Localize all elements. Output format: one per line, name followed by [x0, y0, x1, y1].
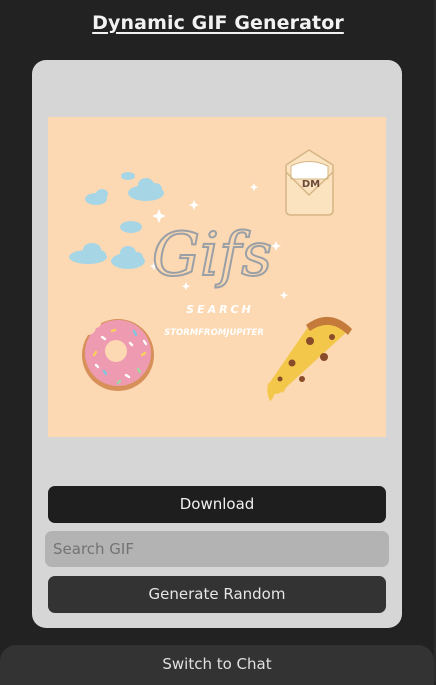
gif-author-text: STORMFROMJUPITER	[164, 328, 264, 338]
envelope-icon: DM	[285, 149, 334, 216]
gif-search-text: SEARCH	[186, 303, 254, 316]
cloud-icon	[121, 172, 135, 180]
generate-random-button[interactable]: Generate Random	[48, 576, 386, 613]
gif-preview: DM Gifs SEARCH STORMFROMJUPITER	[48, 117, 386, 437]
gif-illustration: DM Gifs SEARCH STORMFROMJUPITER	[48, 117, 386, 437]
gif-card: DM Gifs SEARCH STORMFROMJUPITER Download…	[32, 60, 402, 628]
app-title: Dynamic GIF Generator	[92, 12, 344, 34]
download-button[interactable]: Download	[48, 486, 386, 523]
gif-logo-text: Gifs	[152, 220, 272, 290]
envelope-label: DM	[302, 179, 320, 190]
search-input[interactable]	[45, 531, 389, 567]
switch-to-chat-button[interactable]: Switch to Chat	[0, 645, 434, 685]
cloud-icon	[120, 221, 142, 233]
switch-to-chat-label: Switch to Chat	[162, 655, 272, 673]
